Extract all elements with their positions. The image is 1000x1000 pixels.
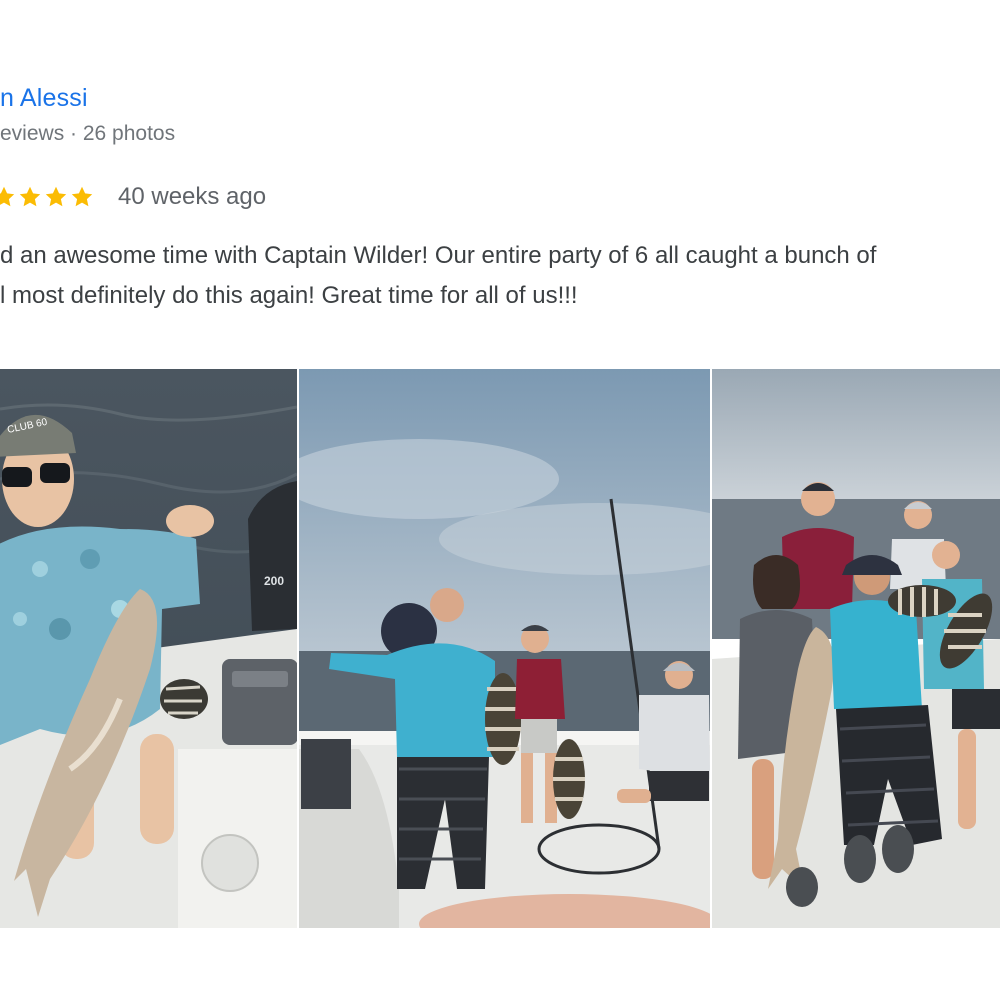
- review-photo[interactable]: 200 CLUB 60: [0, 369, 297, 928]
- star-icon: [71, 186, 93, 207]
- review-photo[interactable]: [712, 369, 1000, 928]
- review-time: 40 weeks ago: [118, 183, 267, 210]
- reviewer-name[interactable]: n Alessi: [0, 84, 88, 113]
- reviewer-meta: eviews · 26 photos: [0, 122, 176, 145]
- photo-image: [712, 369, 1000, 928]
- photo-image: 200 CLUB 60: [0, 369, 297, 928]
- star-icon: [0, 186, 15, 207]
- star-rating: [0, 185, 94, 209]
- star-icon: [45, 186, 67, 207]
- photo-image: [299, 369, 710, 928]
- review-line: l most definitely do this again! Great t…: [0, 282, 578, 309]
- review-line: d an awesome time with Captain Wilder! O…: [0, 242, 877, 269]
- review-photos: 200 CLUB 60: [0, 369, 1000, 928]
- star-icon: [19, 186, 41, 207]
- review-photo[interactable]: [299, 369, 710, 928]
- svg-text:200: 200: [264, 574, 284, 588]
- rating-row: 40 weeks ago: [0, 182, 266, 212]
- review-text: d an awesome time with Captain Wilder! O…: [0, 236, 1000, 316]
